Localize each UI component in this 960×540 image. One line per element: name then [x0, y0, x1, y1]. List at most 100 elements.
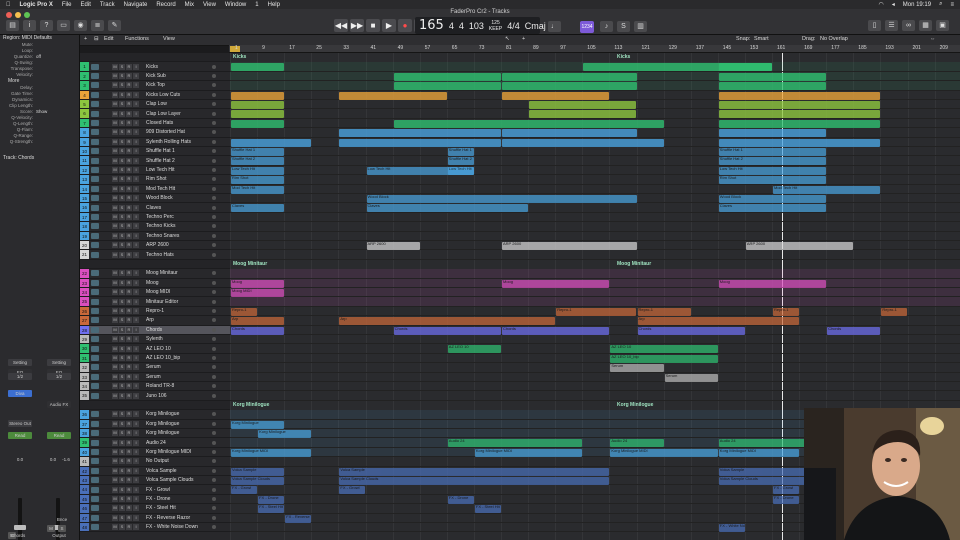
- track-row[interactable]: 3 M S R I Kick Top: [80, 81, 230, 91]
- solo-button[interactable]: S: [119, 448, 125, 455]
- track-row[interactable]: 16 M S R I Claves: [80, 203, 230, 213]
- track-instrument-icon[interactable]: [91, 317, 99, 324]
- apple-icon[interactable]: : [6, 2, 11, 8]
- track-row[interactable]: 47 M S R I FX - Reverse Razor: [80, 513, 230, 523]
- solo-button[interactable]: S: [119, 157, 125, 164]
- track-name[interactable]: AZ LEO 10: [146, 346, 211, 352]
- record-enable-button[interactable]: R: [126, 119, 132, 126]
- midi-region[interactable]: Volca Sample: [339, 467, 610, 476]
- track-instrument-icon[interactable]: [91, 354, 99, 361]
- track-row[interactable]: 44 M S R I FX - Growl: [80, 485, 230, 495]
- solo-button[interactable]: S: [119, 63, 125, 70]
- track-row[interactable]: 28 M S R I Chords: [80, 325, 230, 335]
- close-window-icon[interactable]: [6, 12, 12, 18]
- cpu-icon[interactable]: ▥: [634, 21, 647, 32]
- mute-button[interactable]: M: [112, 514, 118, 521]
- mute-button[interactable]: M: [112, 373, 118, 380]
- input-monitor-button[interactable]: I: [133, 195, 139, 202]
- solo-button[interactable]: S: [119, 110, 125, 117]
- mute-button[interactable]: M: [112, 448, 118, 455]
- track-instrument-icon[interactable]: [91, 72, 99, 79]
- midi-region[interactable]: Chords: [637, 326, 745, 335]
- track-row[interactable]: 10 M S R I Shuffle Hat 1: [80, 147, 230, 157]
- mute-button[interactable]: M: [112, 430, 118, 437]
- mute-button[interactable]: M: [112, 439, 118, 446]
- solo-button[interactable]: S: [119, 91, 125, 98]
- track-instrument-icon[interactable]: [91, 204, 99, 211]
- record-enable-button[interactable]: R: [126, 138, 132, 145]
- midi-region[interactable]: Claves: [718, 204, 827, 213]
- track-name[interactable]: Techno Perc: [146, 214, 211, 220]
- midi-region[interactable]: Rim Shot: [231, 176, 285, 185]
- track-name[interactable]: Sylenth: [146, 336, 211, 342]
- midi-region[interactable]: ARP 2600: [366, 242, 420, 250]
- solo-button[interactable]: S: [119, 195, 125, 202]
- input-monitor-button[interactable]: I: [133, 204, 139, 211]
- input-monitor-button[interactable]: I: [133, 439, 139, 446]
- midi-region[interactable]: Shuffle Hat 2: [231, 157, 285, 166]
- browser-icon[interactable]: ▦: [919, 20, 932, 31]
- midi-region[interactable]: [502, 138, 664, 147]
- track-row[interactable]: 43 M S R I Volca Sample Clouds: [80, 476, 230, 486]
- track-row[interactable]: 21 M S R I Techno Hats: [80, 250, 230, 260]
- midi-region[interactable]: Low Tech Hit: [718, 166, 827, 175]
- track-instrument-icon[interactable]: [91, 251, 99, 258]
- solo-button[interactable]: S: [119, 336, 125, 343]
- record-enable-button[interactable]: R: [126, 204, 132, 211]
- record-enable-button[interactable]: R: [126, 439, 132, 446]
- input-monitor-button[interactable]: I: [133, 63, 139, 70]
- track-name[interactable]: Techno Hats: [146, 252, 211, 258]
- midi-region[interactable]: Moog: [502, 279, 610, 288]
- track-instrument-icon[interactable]: [91, 242, 99, 249]
- input-monitor-button[interactable]: I: [133, 458, 139, 465]
- rewind-icon[interactable]: ◀◀: [334, 19, 348, 32]
- track-name[interactable]: Kicks: [146, 64, 211, 70]
- midi-region[interactable]: ARP 2600: [745, 242, 854, 250]
- input-monitor-button[interactable]: I: [133, 119, 139, 126]
- track-instrument-icon[interactable]: [91, 505, 99, 512]
- add-track-icon[interactable]: +: [84, 36, 87, 42]
- midi-region[interactable]: [231, 101, 285, 109]
- input-monitor-button[interactable]: I: [133, 270, 139, 277]
- pencil-tool-icon[interactable]: +: [522, 36, 525, 42]
- input-monitor-button[interactable]: I: [133, 505, 139, 512]
- midi-region[interactable]: FX - Growl: [339, 486, 366, 495]
- record-enable-button[interactable]: R: [126, 176, 132, 183]
- track-instrument-icon[interactable]: [91, 420, 99, 427]
- midi-region[interactable]: Moog: [231, 279, 285, 288]
- track-instrument-icon[interactable]: [91, 326, 99, 333]
- solo-button[interactable]: S: [119, 166, 125, 173]
- track-name[interactable]: Repro-1: [146, 308, 211, 314]
- mute-button[interactable]: M: [112, 223, 118, 230]
- midi-region[interactable]: Arp: [231, 317, 285, 326]
- mute-button[interactable]: M: [112, 477, 118, 484]
- track-instrument-icon[interactable]: [91, 486, 99, 493]
- track-row[interactable]: 41 M S R I No Output: [80, 457, 230, 467]
- track-row[interactable]: 17 M S R I Techno Perc: [80, 212, 230, 223]
- tuner-icon[interactable]: ♪: [600, 21, 613, 32]
- folder-lane-label[interactable]: Moog Minitaur: [230, 260, 960, 269]
- midi-region[interactable]: Korg Minilogue MIDI: [474, 448, 583, 457]
- track-instrument-icon[interactable]: [91, 495, 99, 502]
- record-enable-button[interactable]: R: [126, 486, 132, 493]
- solo-button[interactable]: S: [119, 524, 125, 531]
- track-name[interactable]: Volca Sample: [146, 468, 211, 474]
- track-lane[interactable]: [230, 354, 960, 364]
- region-inspector-header[interactable]: Region: MIDI Defaults: [0, 35, 79, 42]
- midi-region[interactable]: Korg Minilogue MIDI: [231, 448, 312, 457]
- solo-button[interactable]: S: [119, 326, 125, 333]
- track-row[interactable]: 12 M S R I Low Tech Hit: [80, 165, 230, 176]
- track-row[interactable]: 15 M S R I Wood Block: [80, 194, 230, 204]
- solo-button[interactable]: S: [119, 467, 125, 474]
- track-instrument-icon[interactable]: [91, 383, 99, 390]
- midi-region[interactable]: Mod Tech Hit: [773, 185, 881, 194]
- track-name[interactable]: FX - Growl: [146, 487, 211, 493]
- track-options-icon[interactable]: ⊟: [94, 36, 99, 42]
- mute-button[interactable]: M: [112, 148, 118, 155]
- midi-region[interactable]: Rim Shot: [718, 176, 827, 185]
- track-instrument-icon[interactable]: [91, 411, 99, 418]
- midi-region[interactable]: FX - Growl: [231, 486, 258, 495]
- track-instrument-icon[interactable]: [91, 477, 99, 484]
- mute-button[interactable]: M: [112, 411, 118, 418]
- track-row[interactable]: 19 M S R I Techno Snares: [80, 231, 230, 241]
